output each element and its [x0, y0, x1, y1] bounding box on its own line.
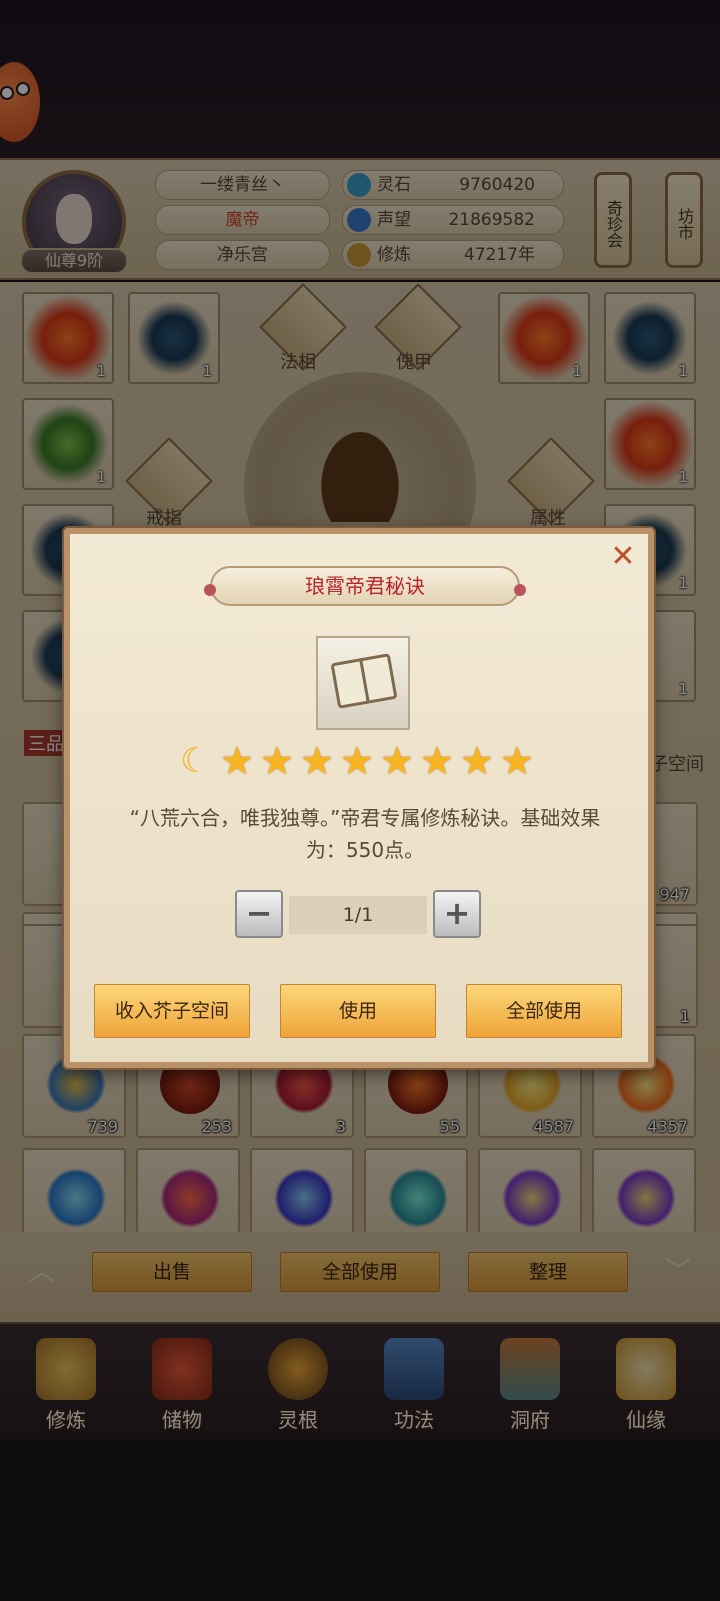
close-icon[interactable]: ✕ — [608, 542, 638, 572]
star-icon: ★ — [300, 739, 335, 783]
dialog-title-banner: 琅霄帝君秘诀 — [204, 566, 526, 606]
item-quality-stars: ☾ ★ ★ ★ ★ ★ ★ ★ ★ — [180, 742, 550, 782]
item-icon — [316, 636, 410, 730]
store-button[interactable]: 收入芥子空间 — [94, 984, 250, 1038]
star-icon: ★ — [460, 739, 495, 783]
increase-button[interactable]: + — [433, 890, 481, 938]
quantity-value: 1/1 — [289, 896, 427, 934]
item-dialog: ✕ 琅霄帝君秘诀 ☾ ★ ★ ★ ★ ★ ★ ★ ★ “八荒六合，唯我独尊。”帝… — [64, 528, 654, 1068]
quantity-stepper: − 1/1 + — [235, 890, 481, 938]
star-icon: ★ — [220, 739, 255, 783]
use-button[interactable]: 使用 — [280, 984, 436, 1038]
moon-icon: ☾ — [180, 741, 211, 781]
book-icon — [330, 653, 398, 709]
star-icon: ★ — [500, 739, 535, 783]
use-all-dialog-button[interactable]: 全部使用 — [466, 984, 622, 1038]
star-icon: ★ — [340, 739, 375, 783]
star-icon: ★ — [260, 739, 295, 783]
dialog-title: 琅霄帝君秘诀 — [305, 574, 425, 598]
star-icon: ★ — [420, 739, 455, 783]
decrease-button[interactable]: − — [235, 890, 283, 938]
star-icon: ★ — [380, 739, 415, 783]
item-description: “八荒六合，唯我独尊。”帝君专属修炼秘诀。基础效果为：550点。 — [129, 806, 601, 862]
